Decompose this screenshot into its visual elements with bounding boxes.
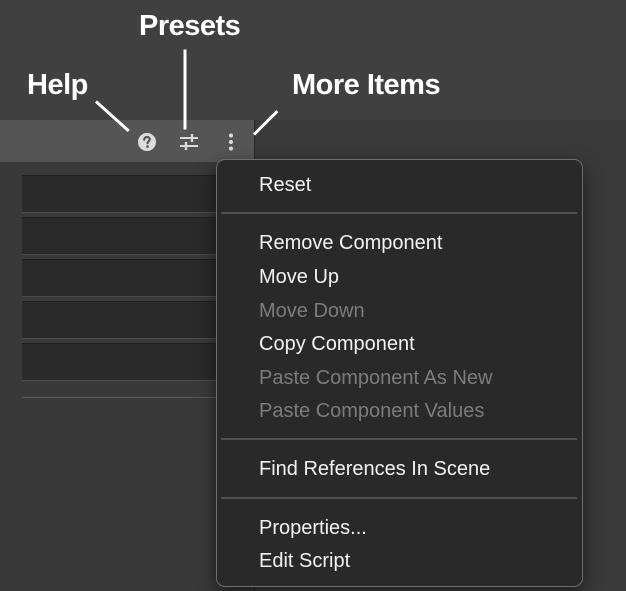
menu-separator xyxy=(221,212,577,214)
property-field[interactable] xyxy=(22,217,217,255)
menu-item-paste-component-values[interactable]: Paste Component Values xyxy=(259,400,484,423)
menu-item-properties[interactable]: Properties... xyxy=(259,517,367,540)
property-field[interactable] xyxy=(22,301,217,339)
menu-item-reset[interactable]: Reset xyxy=(259,174,311,197)
more-items-icon[interactable] xyxy=(224,132,238,152)
menu-item-paste-component-as-new[interactable]: Paste Component As New xyxy=(259,367,492,390)
menu-item-find-references-in-scene[interactable]: Find References In Scene xyxy=(259,458,490,481)
callout-help: Help xyxy=(27,69,88,101)
menu-item-move-up[interactable]: Move Up xyxy=(259,266,339,289)
callout-presets: Presets xyxy=(139,10,241,42)
callout-more-items: More Items xyxy=(292,69,441,101)
menu-separator xyxy=(221,438,577,440)
presets-leader-line xyxy=(183,49,187,130)
menu-item-remove-component[interactable]: Remove Component xyxy=(259,232,442,255)
context-menu: Reset Remove Component Move Up Move Down… xyxy=(216,159,583,587)
property-field[interactable] xyxy=(22,259,217,297)
menu-item-edit-script[interactable]: Edit Script xyxy=(259,550,350,573)
menu-separator xyxy=(221,497,577,499)
menu-item-move-down[interactable]: Move Down xyxy=(259,300,365,323)
help-icon[interactable] xyxy=(137,132,157,152)
menu-item-copy-component[interactable]: Copy Component xyxy=(259,333,415,356)
property-field[interactable] xyxy=(22,175,217,213)
presets-icon[interactable] xyxy=(178,132,200,152)
property-field[interactable] xyxy=(22,343,217,381)
component-header xyxy=(0,120,254,162)
